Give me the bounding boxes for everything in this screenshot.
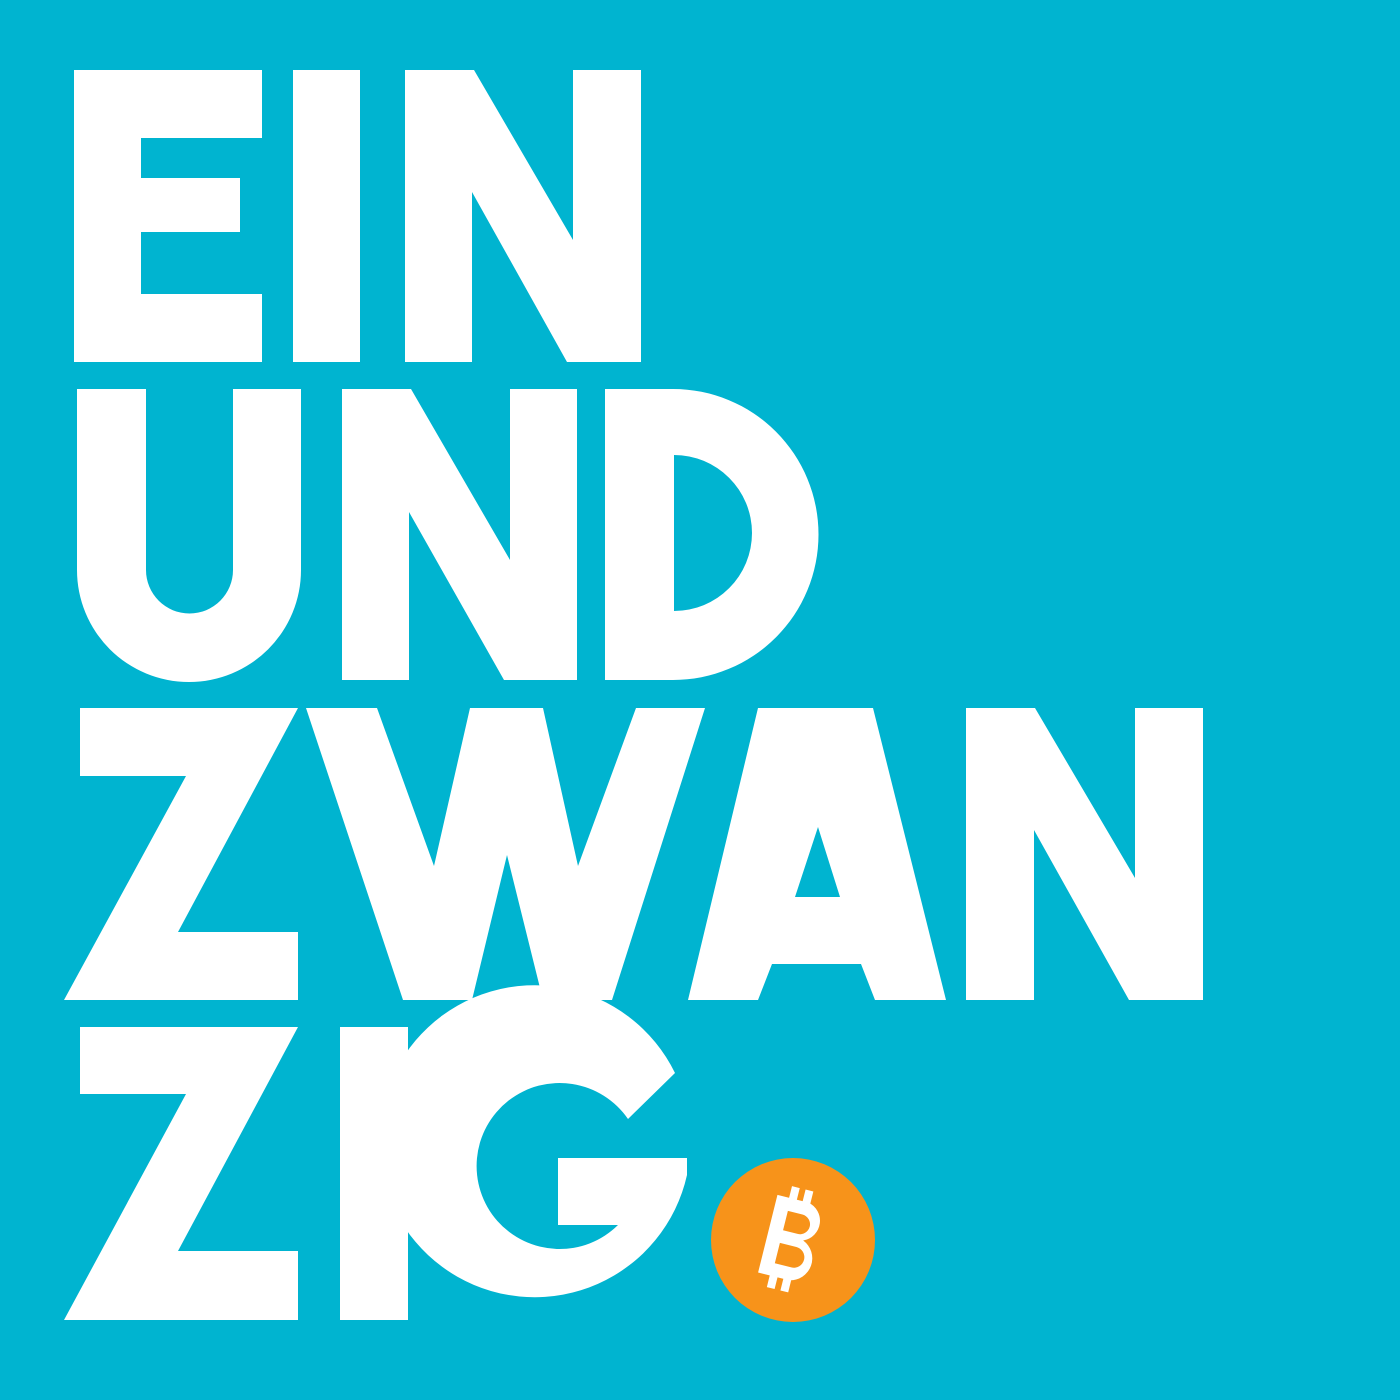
letter-i	[293, 70, 360, 362]
letter-z2	[64, 1027, 298, 1320]
bitcoin-badge	[711, 1158, 875, 1322]
podcast-cover	[0, 0, 1400, 1400]
letter-n	[405, 70, 641, 362]
logo-line-und	[77, 389, 819, 682]
letter-g	[378, 985, 687, 1298]
logo-line-ein	[74, 70, 641, 362]
letter-u	[77, 389, 301, 682]
logo-line-zig	[64, 985, 687, 1320]
logo-wordmark	[64, 70, 1203, 1322]
logo-line-zwan	[64, 708, 1203, 1000]
letter-d	[605, 389, 819, 680]
letter-n3	[966, 708, 1203, 1000]
letter-n2	[342, 389, 577, 680]
letter-z	[64, 708, 298, 1000]
letter-w	[306, 708, 705, 1000]
letter-a	[688, 708, 946, 1000]
